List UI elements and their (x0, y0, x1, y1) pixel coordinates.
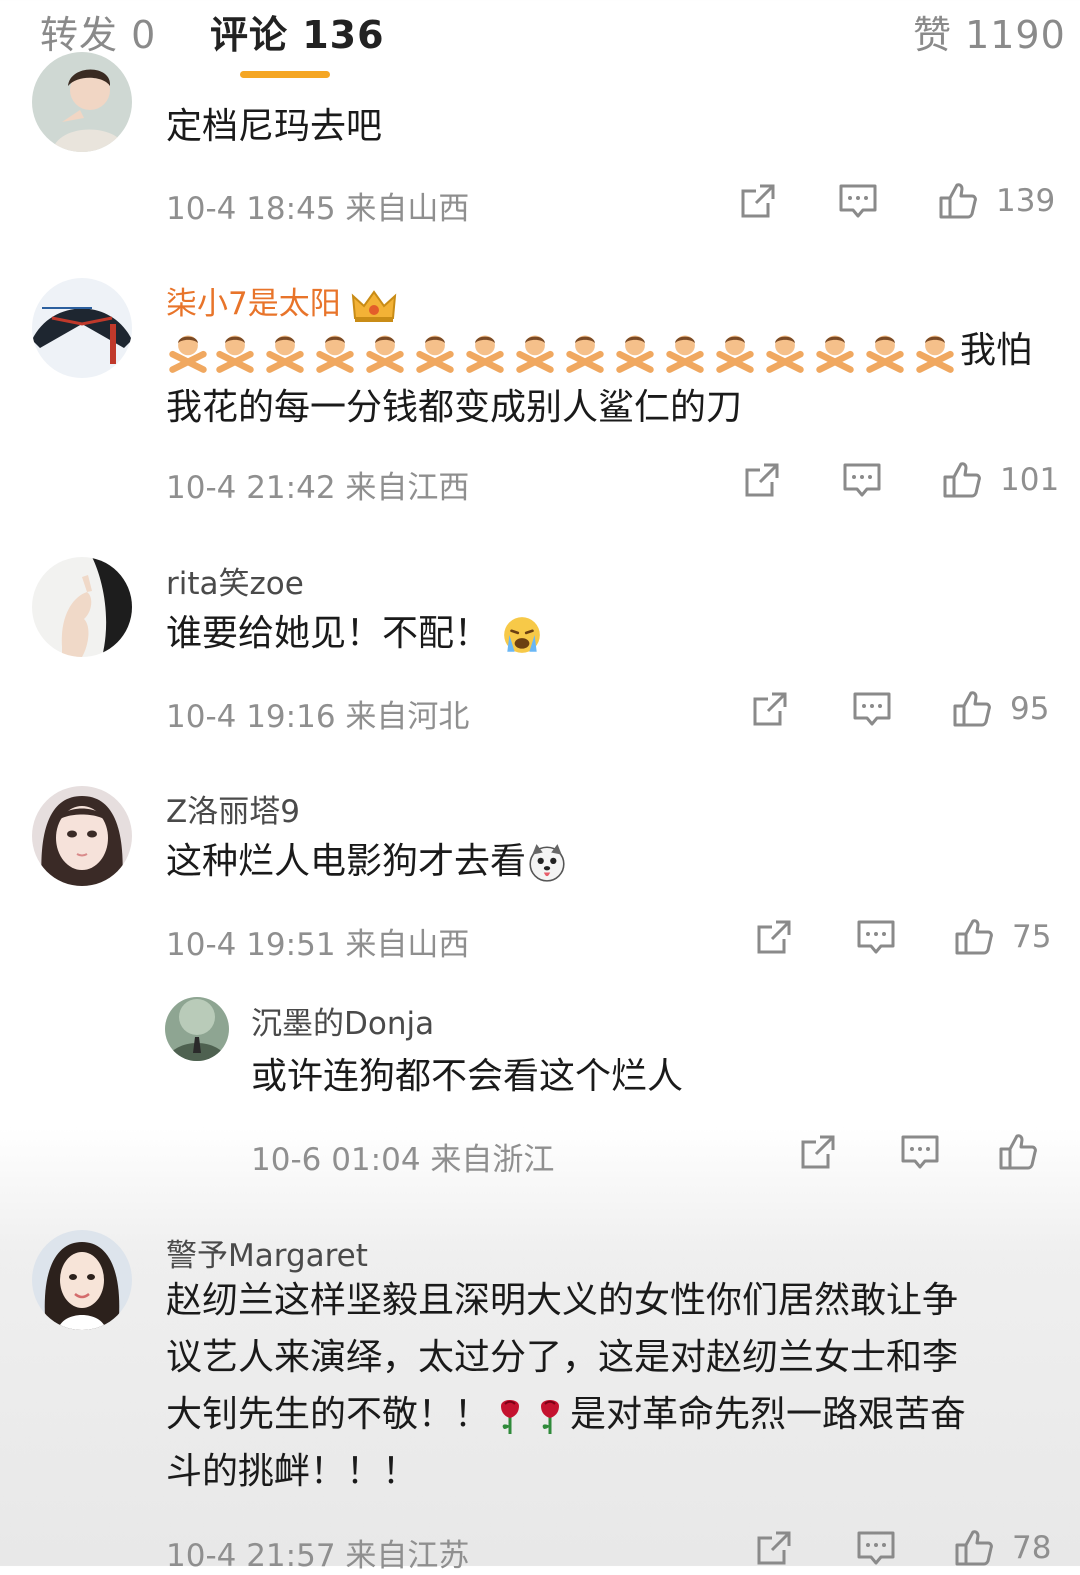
comment-location: 来自江苏 (345, 1538, 470, 1574)
no-gesture-emoji (510, 330, 560, 374)
avatar[interactable] (165, 997, 229, 1061)
comment-text-line1: 赵纫兰这样坚毅且深明大义的女性你们居然敢让争 (166, 1280, 959, 1321)
thumbs-up-icon[interactable] (952, 689, 992, 729)
like-count: 75 (1012, 919, 1052, 955)
like-count: 101 (1000, 462, 1060, 498)
comment-actions: 78 (754, 1528, 1060, 1572)
comment-actions: 75 (754, 917, 1060, 961)
username[interactable]: rita笑zoe (166, 558, 304, 603)
comment-time: 10-6 01:04 (251, 1142, 421, 1178)
comment-meta: 10-6 01:04 来自浙江 (251, 1134, 554, 1179)
comment-icon[interactable] (838, 181, 878, 221)
comment-meta: 10-4 21:57 来自江苏 (166, 1530, 469, 1575)
comment-time: 10-4 18:45 (166, 191, 336, 227)
comment-location: 来自江西 (345, 470, 470, 506)
like-count: 78 (1012, 1530, 1052, 1566)
thumbs-up-icon[interactable] (942, 460, 982, 500)
no-gesture-emoji (410, 330, 460, 374)
comment-location: 来自山西 (345, 191, 470, 227)
thumbs-up-icon[interactable] (938, 181, 978, 221)
avatar[interactable] (32, 786, 132, 886)
thumbs-up-icon[interactable] (954, 917, 994, 957)
avatar[interactable] (32, 1230, 132, 1330)
active-tab-indicator (240, 71, 330, 78)
no-gesture-emoji (860, 330, 910, 374)
comment-text: 这种烂人电影狗才去看 (166, 833, 568, 890)
comment-time: 10-4 19:16 (166, 699, 336, 735)
comment-icon[interactable] (856, 917, 896, 957)
no-gesture-emoji (760, 330, 810, 374)
comment-icon[interactable] (856, 1528, 896, 1568)
comment-text-line4: 斗的挑衅！！！ (166, 1451, 419, 1492)
comment-time: 10-4 21:57 (166, 1538, 336, 1574)
avatar[interactable] (32, 278, 132, 378)
avatar[interactable] (32, 52, 132, 152)
no-gesture-emoji (260, 330, 310, 374)
comment-meta: 10-4 19:16 来自河北 (166, 691, 469, 736)
no-gesture-emoji (660, 330, 710, 374)
comment-location: 来自河北 (345, 699, 470, 735)
comment-location: 来自浙江 (430, 1142, 555, 1178)
no-gesture-emoji (560, 330, 610, 374)
comment-time: 10-4 21:42 (166, 470, 336, 506)
comment-meta: 10-4 18:45 来自山西 (166, 183, 469, 228)
comment-icon[interactable] (900, 1132, 940, 1172)
username[interactable]: 柒小7是太阳 (166, 278, 397, 324)
no-gesture-emoji (910, 330, 960, 374)
comment-actions: 101 (742, 460, 1062, 504)
username[interactable]: 沉墨的Donja (251, 998, 434, 1043)
comment-text-tail: 我怕 (960, 330, 1033, 371)
comment-location: 来自山西 (345, 927, 470, 963)
share-icon[interactable] (754, 917, 794, 957)
share-icon[interactable] (798, 1132, 838, 1172)
no-gesture-emoji (310, 330, 360, 374)
rose-emoji (490, 1396, 530, 1436)
thumbs-up-icon[interactable] (954, 1528, 994, 1568)
like-count: 139 (996, 183, 1056, 219)
comment-actions: 139 (738, 181, 1058, 225)
comment-text-line3a: 大钊先生的不敬！！ (166, 1394, 491, 1435)
avatar[interactable] (32, 557, 132, 657)
thumbs-up-icon[interactable] (998, 1132, 1038, 1172)
dog-face-emoji (529, 844, 565, 882)
no-gesture-emoji (460, 330, 510, 374)
no-gesture-emoji (810, 330, 860, 374)
comment-time: 10-4 19:51 (166, 927, 336, 963)
no-gesture-emoji (610, 330, 660, 374)
comment-actions (798, 1132, 1060, 1176)
share-icon[interactable] (754, 1528, 794, 1568)
no-gesture-emoji (210, 330, 260, 374)
crown-icon (351, 289, 396, 322)
comment-meta: 10-4 21:42 来自江西 (166, 462, 469, 507)
comment-text: 谁要给她见！不配！ (166, 605, 543, 662)
no-gesture-emoji (360, 330, 410, 374)
username[interactable]: 警予Margaret (166, 1230, 368, 1275)
rose-emoji (530, 1396, 570, 1436)
share-icon[interactable] (750, 689, 790, 729)
tab-comments[interactable]: 评论 136 (210, 4, 385, 59)
comment-text-line3b: 是对革命先烈一路艰苦奋 (570, 1394, 967, 1435)
comment-actions: 95 (750, 689, 1060, 733)
like-count: 95 (1010, 691, 1050, 727)
no-gesture-emoji (166, 330, 210, 374)
comment-text: 定档尼玛去吧 (166, 106, 383, 147)
no-gesture-emoji (710, 330, 760, 374)
share-icon[interactable] (742, 460, 782, 500)
crying-face-emoji (504, 617, 541, 653)
comment-text-line2: 议艺人来演绎，太过分了，这是对赵纫兰女士和李 (166, 1337, 959, 1378)
no-gesture-emoji-row (166, 330, 960, 371)
comment-text: 赵纫兰这样坚毅且深明大义的女性你们居然敢让争 议艺人来演绎，太过分了，这是对赵纫… (166, 1272, 1066, 1500)
share-icon[interactable] (738, 181, 778, 221)
comment-meta: 10-4 19:51 来自山西 (166, 919, 469, 964)
comment-text-line2: 我花的每一分钱都变成别人鲨仁的刀 (166, 387, 743, 428)
tab-likes[interactable]: 赞 1190 (913, 4, 1066, 59)
comment-icon[interactable] (852, 689, 892, 729)
username[interactable]: Z洛丽塔9 (166, 786, 300, 831)
tab-reposts[interactable]: 转发 0 (40, 4, 156, 59)
comment-tabs: 转发 0 评论 136 赞 1190 (0, 0, 1080, 82)
comment-icon[interactable] (842, 460, 882, 500)
comment-text: 或许连狗都不会看这个烂人 (251, 1056, 684, 1097)
comment-text: 我怕 我花的每一分钱都变成别人鲨仁的刀 (166, 322, 1046, 436)
